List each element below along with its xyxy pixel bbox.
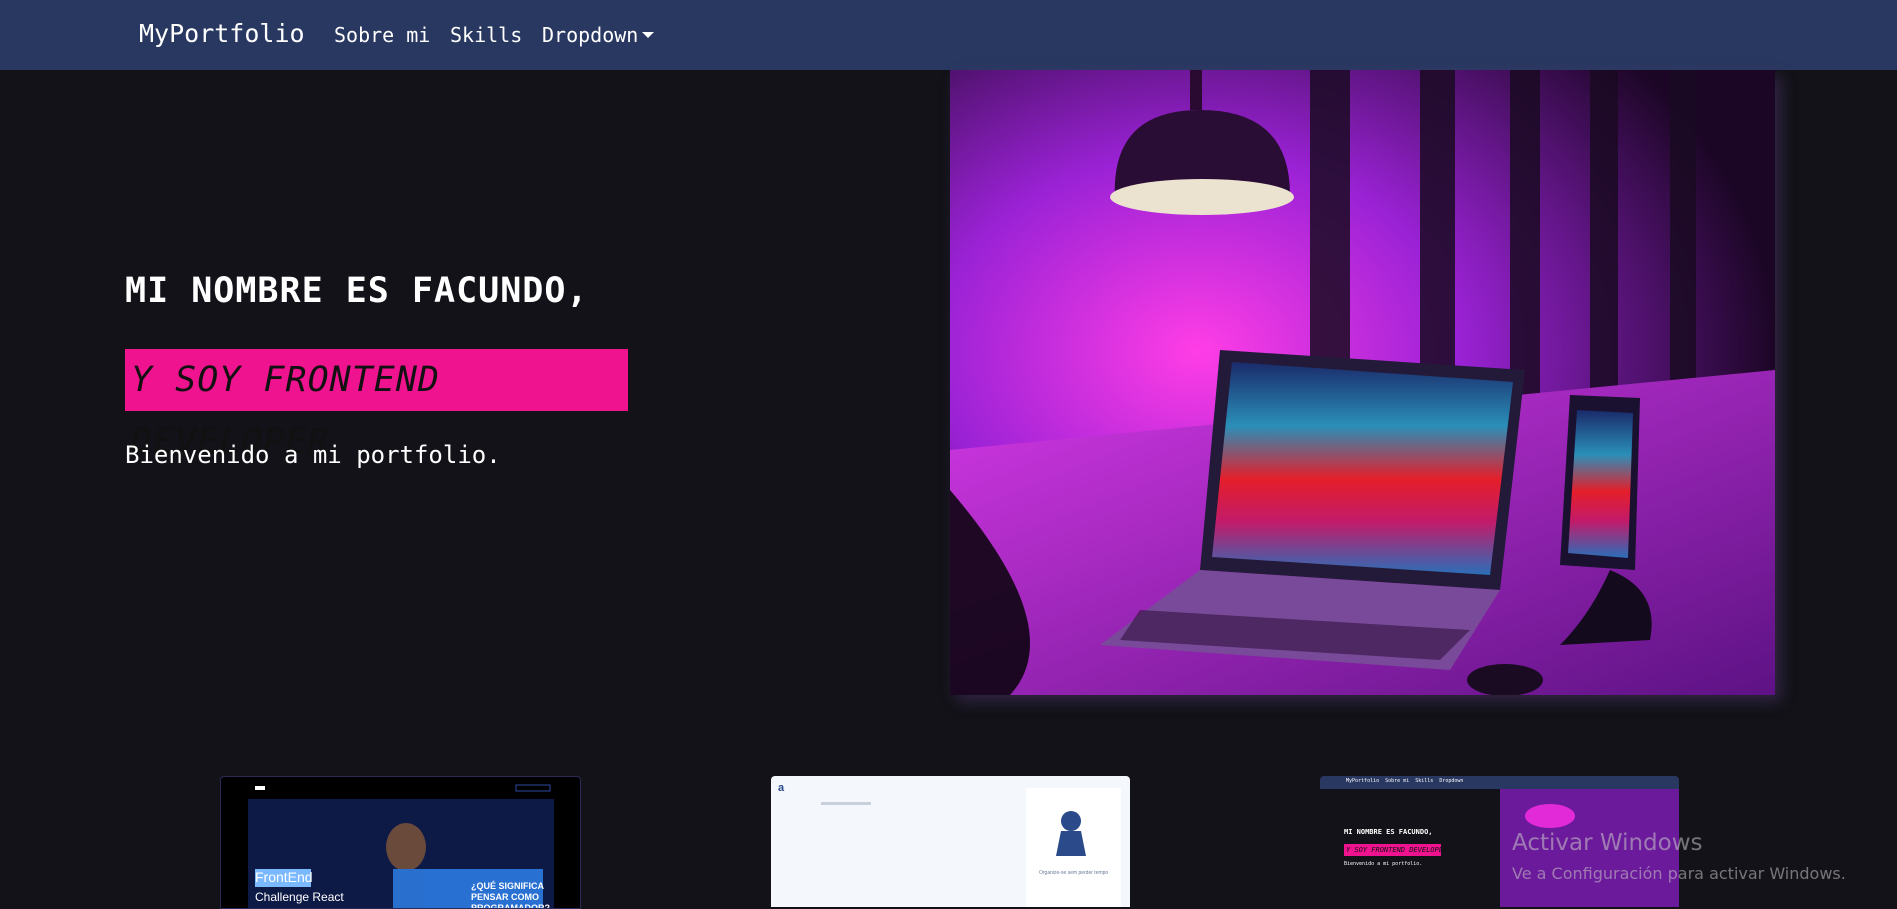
windows-activation-subtitle: Ve a Configuración para activar Windows. (1512, 864, 1846, 883)
project-3-nav: MyPortfolio Sobre mi Skills Dropdown (1346, 778, 1464, 784)
project-card-2[interactable]: a Organize-se sem perder tempo (771, 776, 1130, 907)
nav-dropdown-label: Dropdown (542, 23, 639, 47)
project-3-highlight: Y SOY FRONTEND DEVELOPER (1346, 846, 1448, 854)
hero-subtitle: Bienvenido a mi portfolio. (125, 441, 501, 469)
hero-image (950, 70, 1775, 695)
windows-activation-title: Activar Windows (1512, 830, 1703, 856)
nav-dropdown[interactable]: Dropdown (542, 23, 655, 47)
caret-down-icon (642, 32, 655, 38)
nav-skills[interactable]: Skills (450, 23, 522, 47)
navbar: MyPortfolio Sobre mi Skills Dropdown (0, 0, 1897, 70)
project-2-logo: a (778, 782, 785, 794)
project-1-subtitle: Challenge React (255, 890, 344, 904)
project-1-caption: ¿QUÉ SIGNIFICA PENSAR COMO PROGRAMADOR? (471, 881, 550, 909)
nav-sobre-mi[interactable]: Sobre mi (334, 23, 430, 47)
hero-highlight: Y SOY FRONTEND DEVELOPER (125, 349, 628, 462)
project-card-1[interactable]: FrontEnd Challenge React ¿QUÉ SIGNIFICA … (220, 776, 581, 909)
project-3-title: MI NOMBRE ES FACUNDO, (1344, 828, 1433, 836)
brand-link[interactable]: MyPortfolio (139, 19, 305, 48)
project-3-subtitle: Bienvenido a mi portfolio. (1344, 861, 1423, 867)
project-2-caption: Organize-se sem perder tempo (1039, 870, 1109, 876)
desk-scene-illustration (950, 70, 1775, 695)
hero-title: MI NOMBRE ES FACUNDO, (125, 271, 589, 311)
project-thumbnail-2 (821, 788, 1121, 907)
project-1-title: FrontEnd (255, 869, 313, 885)
